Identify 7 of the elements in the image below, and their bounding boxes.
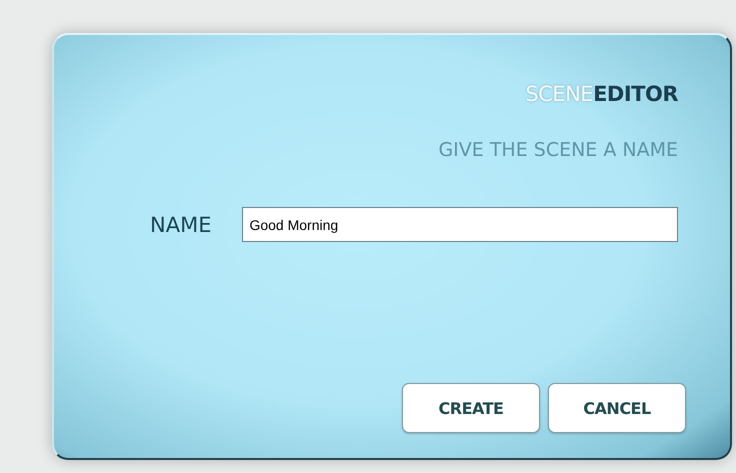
title-suffix: EDITOR <box>593 82 678 106</box>
create-button[interactable]: CREATE <box>402 383 540 433</box>
title-prefix: SCENE <box>525 82 594 106</box>
name-label: NAME <box>150 212 212 236</box>
cancel-button[interactable]: CANCEL <box>548 383 686 433</box>
subtitle: GIVE THE SCENE A NAME <box>438 139 678 161</box>
name-field[interactable]: Good Morning <box>242 207 678 242</box>
